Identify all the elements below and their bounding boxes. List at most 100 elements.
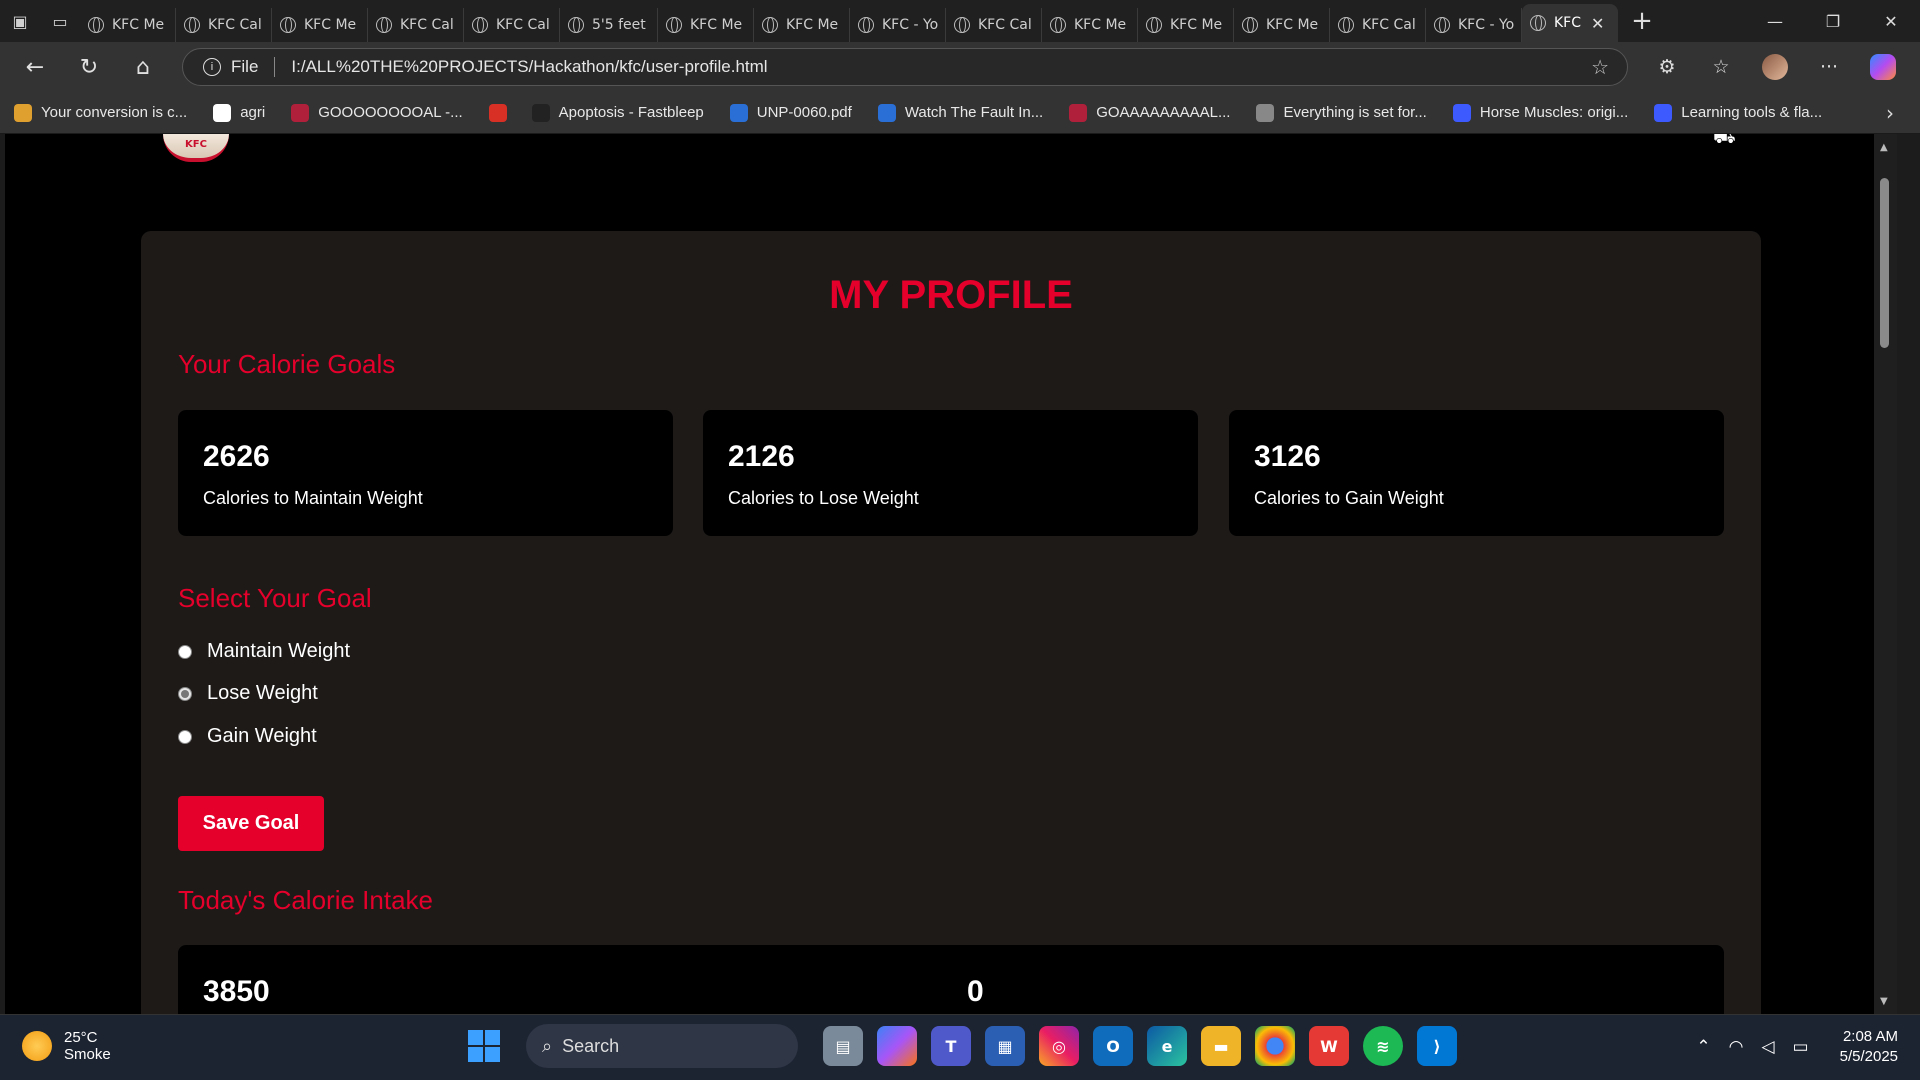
profile-avatar[interactable] — [1748, 54, 1802, 80]
bookmark-item[interactable]: Apoptosis - Fastbleep — [531, 103, 704, 122]
scroll-up-icon[interactable]: ▲ — [1880, 142, 1888, 153]
bookmark-label: Your conversion is c... — [41, 104, 188, 121]
bookmark-label: Apoptosis - Fastbleep — [558, 104, 704, 121]
browser-tab[interactable]: KFC ✕ — [1522, 4, 1618, 42]
radio-button[interactable] — [178, 729, 192, 744]
globe-icon — [1146, 17, 1162, 33]
tab-label: KFC Cal — [496, 17, 550, 33]
copilot-app-icon[interactable] — [877, 1026, 917, 1066]
browser-tab[interactable]: KFC Me — [272, 8, 368, 42]
wps-office-icon[interactable]: W — [1309, 1026, 1349, 1066]
bookmark-label: GOAAAAAAAAAL... — [1096, 104, 1231, 121]
browser-tab[interactable]: KFC Cal — [464, 8, 560, 42]
browser-tab[interactable]: KFC Cal — [946, 8, 1042, 42]
home-icon[interactable]: ⌂ — [116, 42, 170, 92]
bookmark-item[interactable] — [488, 103, 516, 122]
scroll-down-icon[interactable]: ▼ — [1880, 996, 1888, 1007]
save-goal-button[interactable]: Save Goal — [178, 796, 324, 851]
favorites-icon[interactable]: ☆ — [1694, 56, 1748, 78]
browser-tab[interactable]: KFC Cal — [368, 8, 464, 42]
spotify-icon[interactable]: ≋ — [1363, 1026, 1403, 1066]
file-explorer-icon[interactable]: ▬ — [1201, 1026, 1241, 1066]
goal-card-maintain: 2626 Calories to Maintain Weight — [178, 410, 673, 536]
clock[interactable]: 2:08 AM 5/5/2025 — [1840, 1027, 1898, 1067]
option-gain-weight[interactable]: Gain Weight — [178, 725, 317, 748]
browser-tab[interactable]: KFC - Yo — [850, 8, 946, 42]
task-view-icon[interactable]: ▤ — [823, 1026, 863, 1066]
address-bar[interactable]: i File I:/ALL%20THE%20PROJECTS/Hackathon… — [182, 48, 1628, 86]
browser-tab[interactable]: KFC Me — [80, 8, 176, 42]
back-icon[interactable]: ← — [8, 42, 62, 92]
bookmark-item[interactable]: UNP-0060.pdf — [729, 103, 852, 122]
copilot-icon[interactable] — [1856, 54, 1910, 80]
outlook-icon[interactable]: O — [1093, 1026, 1133, 1066]
chrome-icon[interactable] — [1255, 1026, 1295, 1066]
tab-label: KFC Cal — [400, 17, 454, 33]
minimize-icon[interactable]: — — [1746, 0, 1804, 42]
radio-button[interactable] — [178, 644, 192, 659]
bookmark-item[interactable]: Watch The Fault In... — [877, 103, 1043, 122]
option-lose-weight[interactable]: Lose Weight — [178, 682, 318, 705]
kfc-logo[interactable]: KFC — [163, 134, 229, 162]
favorite-star-icon[interactable]: ☆ — [1591, 55, 1609, 80]
bookmark-item[interactable]: Horse Muscles: origi... — [1452, 103, 1628, 122]
more-menu-icon[interactable]: ··· — [1802, 56, 1856, 78]
chevron-right-icon[interactable]: › — [1886, 101, 1894, 125]
bookmark-item[interactable]: Learning tools & fla... — [1654, 103, 1822, 122]
site-info-icon[interactable]: i — [203, 58, 221, 76]
tab-label: KFC Me — [1074, 17, 1127, 33]
globe-icon — [184, 17, 200, 33]
browser-tab[interactable]: KFC Cal — [176, 8, 272, 42]
bookmark-item[interactable]: GOOOOOOOOAL -... — [291, 103, 463, 122]
bookmark-favicon-icon — [877, 103, 896, 122]
windows-start-icon[interactable] — [468, 1030, 500, 1062]
goal-value: 2126 — [728, 440, 795, 473]
browser-tab[interactable]: KFC Me — [1138, 8, 1234, 42]
edge-icon[interactable]: e — [1147, 1026, 1187, 1066]
extensions-icon[interactable]: ⚙ — [1640, 56, 1694, 78]
browser-tab[interactable]: KFC Me — [754, 8, 850, 42]
weather-temp: 25°C — [64, 1029, 98, 1046]
system-tray: ⌃ ◠ ◁ ▭ 2:08 AM 5/5/2025 — [1687, 1027, 1898, 1067]
taskbar: 25°C Smoke ⌕ Search ▤ T ▦ ◎ O e ▬ W ≋ ⟩ … — [0, 1014, 1920, 1080]
instagram-icon[interactable]: ◎ — [1039, 1026, 1079, 1066]
volume-icon[interactable]: ◁ — [1761, 1037, 1774, 1057]
new-tab-button[interactable]: + — [1618, 6, 1666, 36]
store-icon[interactable]: ▦ — [985, 1026, 1025, 1066]
goal-card-lose: 2126 Calories to Lose Weight — [703, 410, 1198, 536]
browser-tab[interactable]: KFC Me — [658, 8, 754, 42]
taskbar-search[interactable]: ⌕ Search — [526, 1024, 798, 1068]
weather-widget[interactable]: 25°C Smoke — [22, 1029, 111, 1063]
close-tab-icon[interactable]: ✕ — [1591, 14, 1604, 33]
address-url[interactable]: I:/ALL%20THE%20PROJECTS/Hackathon/kfc/us… — [291, 57, 767, 77]
chevron-up-icon[interactable]: ⌃ — [1696, 1037, 1710, 1057]
browser-tab[interactable]: KFC Me — [1234, 8, 1330, 42]
browser-tab[interactable]: KFC Me — [1042, 8, 1138, 42]
wifi-icon[interactable]: ◠ — [1729, 1037, 1744, 1057]
battery-icon[interactable]: ▭ — [1793, 1037, 1809, 1057]
browser-tab[interactable]: 5'5 feet — [560, 8, 658, 42]
cart-icon[interactable]: ⛟ — [1713, 134, 1736, 147]
browser-tab[interactable]: KFC - Yo — [1426, 8, 1522, 42]
refresh-icon[interactable]: ↻ — [62, 42, 116, 92]
bookmark-item[interactable]: GOAAAAAAAAAL... — [1069, 103, 1231, 122]
goal-value: 2626 — [203, 440, 270, 473]
bookmark-item[interactable]: agri — [213, 103, 265, 122]
workspaces-icon[interactable]: ▣ — [0, 0, 40, 42]
tab-label: KFC Cal — [208, 17, 262, 33]
teams-icon[interactable]: T — [931, 1026, 971, 1066]
goal-card-gain: 3126 Calories to Gain Weight — [1229, 410, 1724, 536]
scrollbar-thumb[interactable] — [1880, 178, 1889, 348]
radio-button-checked[interactable] — [178, 686, 192, 701]
restore-icon[interactable]: ❐ — [1804, 0, 1862, 42]
bookmark-item[interactable]: Everything is set for... — [1256, 103, 1427, 122]
close-window-icon[interactable]: ✕ — [1862, 0, 1920, 42]
browser-tab[interactable]: KFC Cal — [1330, 8, 1426, 42]
page-scrollbar[interactable]: ▲ ▼ — [1874, 134, 1897, 1014]
bookmark-item[interactable]: Your conversion is c... — [14, 103, 188, 122]
tab-actions-icon[interactable]: ▭ — [40, 0, 80, 42]
browser-tab-bar: ▣ ▭ KFC Me KFC Cal KFC Me KFC Cal KFC Cal 5'5… — [0, 0, 1920, 42]
vscode-icon[interactable]: ⟩ — [1417, 1026, 1457, 1066]
option-maintain-weight[interactable]: Maintain Weight — [178, 640, 350, 663]
globe-icon — [376, 17, 392, 33]
